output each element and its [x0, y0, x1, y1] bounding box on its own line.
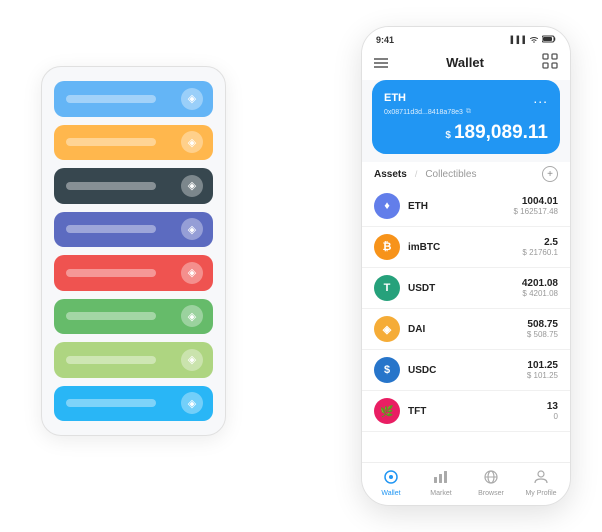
add-asset-button[interactable]: +	[542, 166, 558, 182]
asset-usd-value: 0	[547, 412, 558, 421]
wallet-card-card-green[interactable]: ◈	[54, 299, 213, 335]
wallet-card-card-dark[interactable]: ◈	[54, 168, 213, 204]
left-phone: ◈ ◈ ◈ ◈ ◈ ◈ ◈ ◈	[41, 66, 226, 436]
nav-item-browser[interactable]: Browser	[466, 469, 516, 497]
wallet-card-card-sky-blue[interactable]: ◈	[54, 386, 213, 422]
asset-amount: 508.75	[527, 319, 558, 330]
asset-item-usdt[interactable]: T USDT4201.08$ 4201.08	[362, 268, 570, 309]
wallet-card: ETH ... 0x08711d3d...8418a78e3 ⧉ $189,08…	[372, 80, 560, 154]
nav-label-0: Wallet	[381, 490, 400, 497]
scene: ◈ ◈ ◈ ◈ ◈ ◈ ◈ ◈ 9:41 ▐▐▐	[21, 16, 581, 516]
time-display: 9:41	[376, 35, 394, 45]
asset-values-eth: 1004.01$ 162517.48	[514, 196, 559, 216]
asset-amount: 1004.01	[514, 196, 559, 207]
right-phone: 9:41 ▐▐▐	[361, 26, 571, 506]
wallet-more-button[interactable]: ...	[533, 90, 548, 106]
asset-item-tft[interactable]: 🌿 TFT130	[362, 391, 570, 432]
status-icons: ▐▐▐	[508, 35, 556, 45]
menu-icon[interactable]	[374, 55, 388, 71]
asset-icon-usdc: $	[374, 357, 400, 383]
asset-values-imbtc: 2.5$ 21760.1	[522, 237, 558, 257]
asset-icon-tft: 🌿	[374, 398, 400, 424]
currency-symbol: $	[445, 130, 451, 141]
battery-icon	[542, 35, 556, 45]
wallet-balance: $189,089.11	[384, 122, 548, 144]
asset-values-usdc: 101.25$ 101.25	[527, 360, 558, 380]
asset-amount: 4201.08	[522, 278, 558, 289]
wallet-card-card-red[interactable]: ◈	[54, 255, 213, 291]
nav-item-my-profile[interactable]: My Profile	[516, 469, 566, 497]
wallet-card-top: ETH ...	[384, 90, 548, 106]
asset-name-usdt: USDT	[408, 283, 522, 294]
asset-usd-value: $ 21760.1	[522, 248, 558, 257]
phone-header: Wallet	[362, 49, 570, 80]
nav-label-3: My Profile	[525, 490, 556, 497]
nav-icon-0	[383, 469, 399, 488]
asset-values-tft: 130	[547, 401, 558, 421]
assets-list: ♦ ETH1004.01$ 162517.48 ₿ imBTC2.5$ 21760.1…	[362, 186, 570, 462]
wallet-address[interactable]: 0x08711d3d...8418a78e3 ⧉	[384, 108, 548, 116]
tab-collectibles[interactable]: Collectibles	[425, 169, 476, 180]
balance-amount: 189,089.11	[454, 122, 548, 143]
asset-amount: 13	[547, 401, 558, 412]
asset-name-eth: ETH	[408, 201, 514, 212]
asset-usd-value: $ 162517.48	[514, 207, 559, 216]
nav-icon-1	[433, 469, 449, 488]
asset-amount: 101.25	[527, 360, 558, 371]
nav-icon-2	[483, 469, 499, 488]
asset-name-tft: TFT	[408, 406, 547, 417]
asset-item-dai[interactable]: ◈ DAI508.75$ 508.75	[362, 309, 570, 350]
asset-name-imbtc: imBTC	[408, 242, 522, 253]
wallet-card-card-blue-light[interactable]: ◈	[54, 81, 213, 117]
asset-item-eth[interactable]: ♦ ETH1004.01$ 162517.48	[362, 186, 570, 227]
asset-icon-dai: ◈	[374, 316, 400, 342]
copy-address-icon[interactable]: ⧉	[466, 108, 471, 116]
nav-item-wallet[interactable]: Wallet	[366, 469, 416, 497]
header-title: Wallet	[446, 55, 484, 70]
asset-item-usdc[interactable]: $ USDC101.25$ 101.25	[362, 350, 570, 391]
scan-icon[interactable]	[542, 53, 558, 72]
nav-label-1: Market	[430, 490, 451, 497]
wallet-card-card-purple[interactable]: ◈	[54, 212, 213, 248]
asset-icon-usdt: T	[374, 275, 400, 301]
wallet-card-card-orange[interactable]: ◈	[54, 125, 213, 161]
asset-name-dai: DAI	[408, 324, 527, 335]
asset-icon-eth: ♦	[374, 193, 400, 219]
nav-icon-3	[533, 469, 549, 488]
wallet-token-label: ETH	[384, 92, 406, 104]
tab-separator: /	[415, 169, 418, 179]
asset-name-usdc: USDC	[408, 365, 527, 376]
bottom-nav: Wallet Market Browser My Profile	[362, 462, 570, 505]
status-bar: 9:41 ▐▐▐	[362, 27, 570, 49]
nav-label-2: Browser	[478, 490, 504, 497]
wallet-card-card-light-green[interactable]: ◈	[54, 342, 213, 378]
nav-item-market[interactable]: Market	[416, 469, 466, 497]
asset-icon-imbtc: ₿	[374, 234, 400, 260]
asset-item-imbtc[interactable]: ₿ imBTC2.5$ 21760.1	[362, 227, 570, 268]
signal-icon: ▐▐▐	[508, 37, 526, 44]
assets-tabs: Assets / Collectibles	[374, 169, 476, 180]
tab-assets[interactable]: Assets	[374, 169, 407, 180]
asset-amount: 2.5	[522, 237, 558, 248]
asset-usd-value: $ 508.75	[527, 330, 558, 339]
asset-usd-value: $ 4201.08	[522, 289, 558, 298]
asset-usd-value: $ 101.25	[527, 371, 558, 380]
asset-values-dai: 508.75$ 508.75	[527, 319, 558, 339]
assets-header: Assets / Collectibles +	[362, 162, 570, 186]
asset-values-usdt: 4201.08$ 4201.08	[522, 278, 558, 298]
wifi-icon	[529, 35, 539, 45]
